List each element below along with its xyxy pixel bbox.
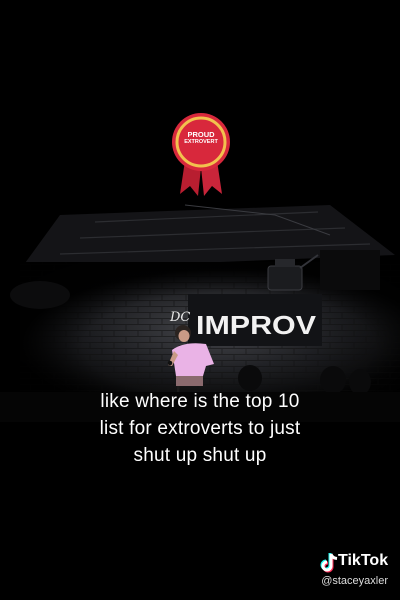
comedy-stage-scene: DC IMPROV [0,204,400,422]
badge-line2: EXTROVERT [184,139,218,145]
video-frame: DC IMPROV PROUD EXTROVERT like where is … [0,0,400,600]
caption-line2: list for extroverts to just [99,418,301,439]
improv-sign: DC IMPROV [169,294,322,346]
sign-improv-text: IMPROV [196,310,317,340]
caption-line1: like where is the top 10 [100,391,300,412]
badge-line1: PROUD [187,130,215,139]
creator-handle: @staceyaxler [321,575,388,587]
proud-extrovert-badge: PROUD EXTROVERT [168,112,234,198]
ribbon-icon [172,113,230,196]
caption-line3: shut up shut up [133,445,267,466]
tiktok-brand: TikTok [338,552,389,569]
sign-dc-text: DC [169,310,190,325]
caption: like where is the top 10 list for extrov… [0,388,400,469]
tiktok-logo-icon [320,553,338,573]
tiktok-watermark: TikTok @staceyaxler [268,550,388,590]
